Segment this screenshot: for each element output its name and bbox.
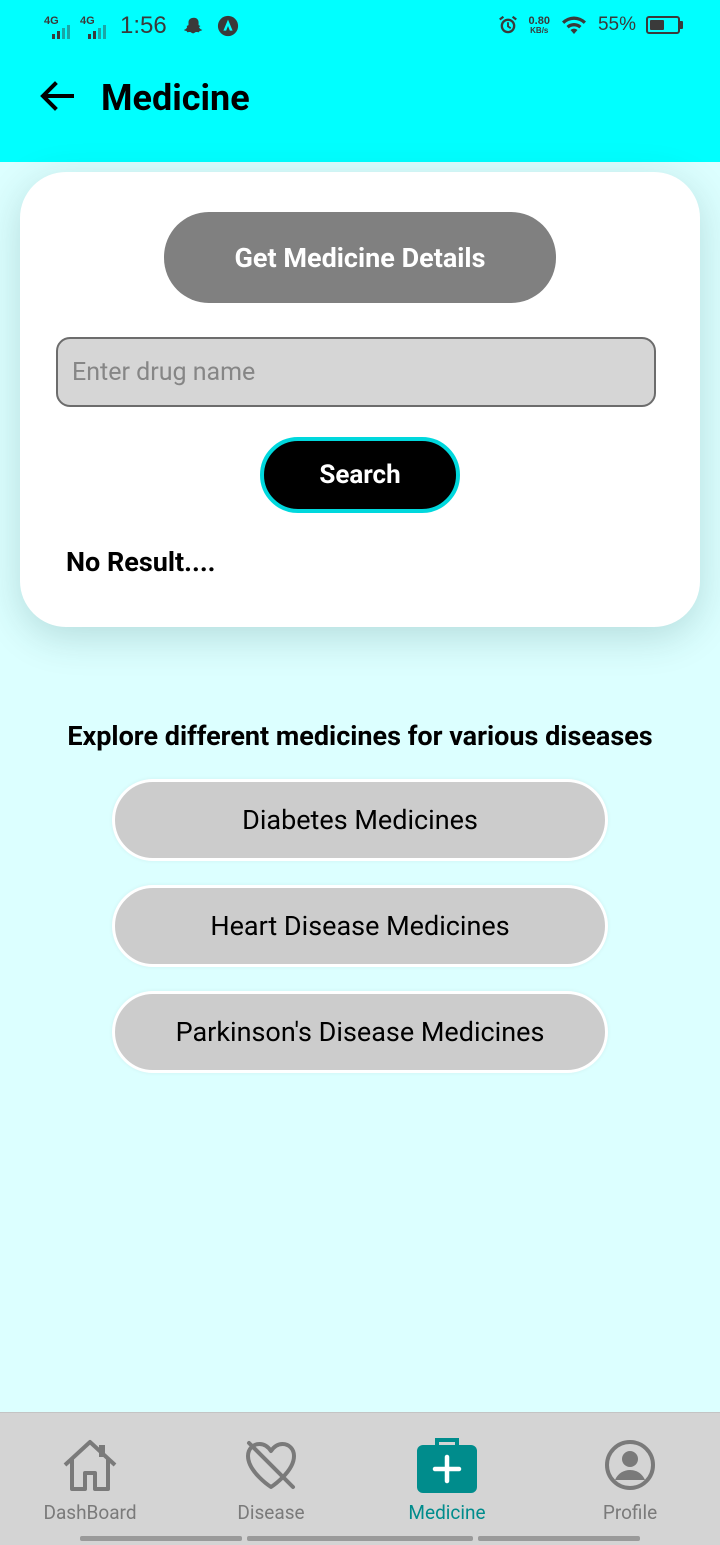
wifi-icon: [560, 14, 588, 36]
status-left: 4G 4G 1:56: [44, 12, 239, 40]
nav-label-dashboard: DashBoard: [43, 1501, 137, 1524]
drug-name-input[interactable]: [56, 337, 656, 407]
nav-label-medicine: Medicine: [408, 1501, 486, 1524]
heart-off-icon: [239, 1433, 303, 1497]
back-button[interactable]: [32, 72, 80, 120]
nav-item-profile[interactable]: Profile: [540, 1413, 720, 1545]
battery-icon: [646, 16, 683, 34]
signal-icon: 4G: [80, 13, 110, 39]
nav-indicator-segment: [247, 1536, 473, 1541]
bottom-navigation: DashBoard Disease Medicine Profile: [0, 1412, 720, 1545]
parkinsons-disease-medicines-button[interactable]: Parkinson's Disease Medicines: [112, 991, 608, 1073]
nav-label-profile: Profile: [602, 1501, 658, 1524]
nav-label-disease: Disease: [237, 1501, 305, 1524]
net-speed: 0.80 KB/s: [528, 14, 550, 35]
explore-heading: Explore different medicines for various …: [67, 720, 653, 752]
search-result-text: No Result....: [66, 546, 216, 578]
diabetes-medicines-button[interactable]: Diabetes Medicines: [112, 779, 608, 861]
nav-indicator-segment: [80, 1536, 242, 1541]
arrow-left-icon: [38, 80, 74, 112]
alarm-icon: [497, 14, 519, 36]
net-speed-value: 0.80: [528, 14, 550, 27]
net-speed-unit: KB/s: [530, 25, 549, 35]
nav-indicator-segment: [478, 1536, 640, 1541]
medical-bag-icon: [415, 1433, 479, 1497]
status-time: 1:56: [120, 12, 167, 39]
search-button[interactable]: Search: [260, 437, 460, 513]
account-circle-icon: [598, 1433, 662, 1497]
status-right: 0.80 KB/s 55%: [497, 14, 683, 36]
heart-disease-medicines-button[interactable]: Heart Disease Medicines: [112, 885, 608, 967]
nav-item-disease[interactable]: Disease: [181, 1413, 361, 1545]
app-notification-icon: [217, 15, 239, 37]
nav-item-dashboard[interactable]: DashBoard: [0, 1413, 180, 1545]
snapchat-icon: [183, 15, 205, 37]
status-bar: 4G 4G 1:56 0.80 KB/s 55%: [0, 0, 720, 58]
nav-item-medicine[interactable]: Medicine: [357, 1413, 537, 1545]
get-medicine-details-button[interactable]: Get Medicine Details: [164, 212, 556, 303]
signal-icon: 4G: [44, 13, 74, 39]
page-title: Medicine: [101, 77, 250, 119]
battery-percent: 55%: [597, 14, 636, 35]
home-icon: [58, 1433, 122, 1497]
